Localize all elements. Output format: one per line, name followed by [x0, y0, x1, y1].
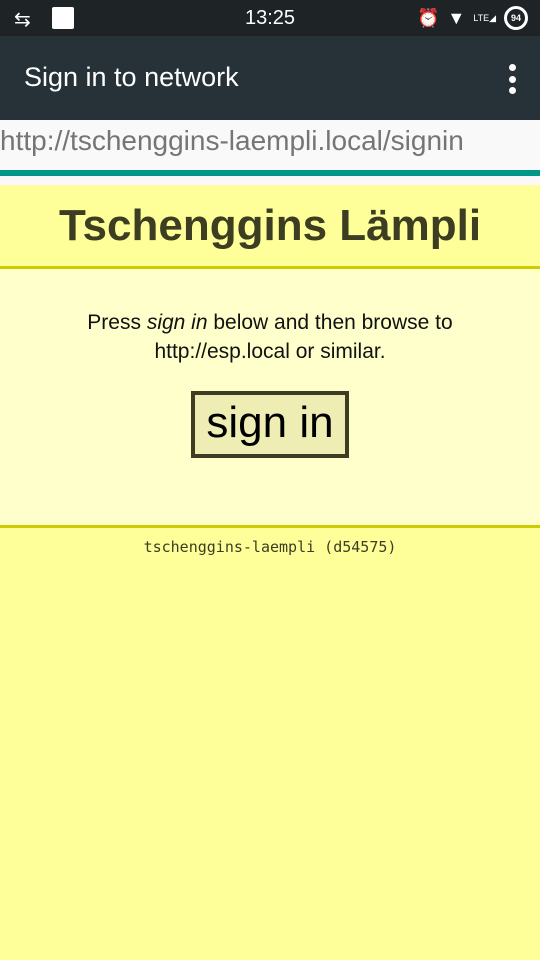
battery-level: 94 — [510, 13, 521, 23]
sign-in-button[interactable]: sign in — [191, 391, 349, 458]
footer-version: tschenggins-laempli (d54575) — [143, 538, 397, 556]
main-content: Press sign in below and then browse to h… — [0, 269, 540, 528]
page-header: Tschenggins Lämpli — [0, 185, 540, 269]
instruction-text: Press sign in below and then browse to h… — [0, 308, 540, 366]
toolbar-title: Sign in to network — [24, 62, 239, 92]
status-bar: ⇆ 13:25 ⏰ ▼ LTE◢ 94 — [0, 0, 540, 36]
instruction-emphasis: sign in — [146, 311, 208, 334]
more-options-icon[interactable] — [506, 64, 518, 94]
lte-signal-icon: LTE◢ — [473, 12, 496, 23]
battery-icon: 94 — [504, 6, 528, 30]
app-toolbar: Sign in to network — [0, 36, 540, 120]
url-display: http://tschenggins-laempli.local/signin — [0, 120, 540, 170]
network-type: LTE — [473, 12, 490, 23]
wifi-icon: ▼ — [447, 7, 466, 28]
instruction-pre: Press — [87, 311, 147, 334]
alarm-icon: ⏰ — [416, 7, 440, 28]
spacer — [0, 176, 540, 185]
page-title: Tschenggins Lämpli — [58, 201, 482, 250]
